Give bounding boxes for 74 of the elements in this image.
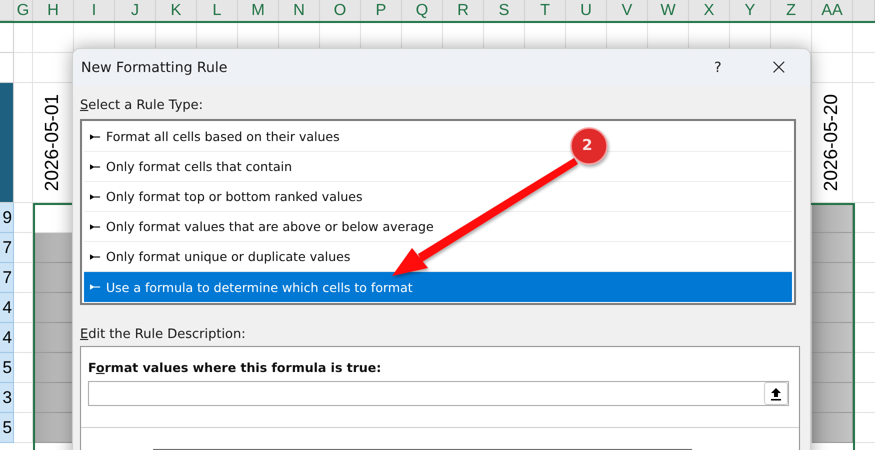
- pointer-icon: [90, 283, 101, 291]
- dialog-title: New Formatting Rule: [81, 60, 228, 76]
- column-header[interactable]: K: [156, 0, 197, 21]
- spreadsheet-cell: [14, 263, 33, 293]
- spreadsheet-cell: [14, 383, 33, 413]
- spreadsheet-cell: [812, 293, 853, 323]
- spreadsheet-cell: [14, 203, 33, 233]
- spreadsheet-cell: [812, 203, 853, 233]
- pointer-icon: [90, 222, 101, 230]
- help-button[interactable]: ?: [704, 60, 732, 76]
- row-header[interactable]: 4: [0, 323, 14, 353]
- spreadsheet-cell: [33, 323, 74, 353]
- description-label: Edit the Rule Description:: [80, 327, 247, 342]
- spreadsheet-cell: [14, 293, 33, 323]
- formula-label: Format values where this formula is true:: [88, 360, 382, 375]
- date-header: 2026-05-01: [42, 94, 64, 192]
- spreadsheet-cell: [812, 413, 853, 443]
- column-header[interactable]: R: [443, 0, 484, 21]
- spreadsheet-cell: [33, 383, 74, 413]
- row-header[interactable]: [0, 83, 14, 203]
- column-header[interactable]: Z: [771, 0, 812, 21]
- step-number: 2: [582, 136, 592, 154]
- column-header[interactable]: X: [689, 0, 730, 21]
- spreadsheet-cell: [33, 353, 74, 383]
- spreadsheet-cell: [812, 263, 853, 293]
- spreadsheet-cell: [14, 413, 33, 443]
- column-header[interactable]: N: [279, 0, 320, 21]
- column-header[interactable]: G: [14, 0, 33, 21]
- column-header[interactable]: I: [74, 0, 115, 21]
- column-header[interactable]: L: [197, 0, 238, 21]
- pointer-icon: [90, 132, 101, 140]
- spreadsheet-cell: [33, 233, 74, 263]
- column-header[interactable]: H: [33, 0, 74, 21]
- pointer-icon: [90, 252, 101, 260]
- upload-icon: [770, 386, 782, 400]
- column-header[interactable]: M: [238, 0, 279, 21]
- row-header[interactable]: 5: [0, 413, 14, 443]
- row-header[interactable]: 7: [0, 263, 14, 293]
- column-header[interactable]: Y: [730, 0, 771, 21]
- date-header: 2026-05-20: [821, 94, 843, 192]
- column-header[interactable]: Q: [402, 0, 443, 21]
- column-header[interactable]: P: [361, 0, 402, 21]
- spreadsheet-cell: [14, 353, 33, 383]
- column-header[interactable]: U: [566, 0, 607, 21]
- row-header[interactable]: 5: [0, 353, 14, 383]
- column-header[interactable]: S: [484, 0, 525, 21]
- select-all-corner[interactable]: [0, 0, 14, 21]
- spreadsheet-cell: [33, 413, 74, 443]
- spreadsheet-cell: [14, 323, 33, 353]
- pointer-icon: [90, 192, 101, 200]
- spreadsheet-cell: [812, 233, 853, 263]
- close-button[interactable]: ×: [760, 55, 798, 80]
- formula-field[interactable]: [88, 381, 789, 406]
- spreadsheet-cell: [14, 233, 33, 263]
- spreadsheet-cell: [812, 323, 853, 353]
- column-header[interactable]: W: [648, 0, 689, 21]
- column-header[interactable]: V: [607, 0, 648, 21]
- column-header[interactable]: AA: [812, 0, 853, 21]
- rule-type-item[interactable]: Use a formula to determine which cells to format: [84, 272, 792, 302]
- spreadsheet-cell: [33, 263, 74, 293]
- step-badge: [570, 127, 608, 165]
- spreadsheet-cell: [812, 353, 853, 383]
- column-header[interactable]: O: [320, 0, 361, 21]
- row-header[interactable]: 9: [0, 203, 14, 233]
- spreadsheet-cell: [812, 383, 853, 413]
- pointer-icon: [90, 162, 101, 170]
- spreadsheet-cell: [33, 293, 74, 323]
- column-header[interactable]: T: [525, 0, 566, 21]
- rule-type-label: Select a Rule Type:: [80, 98, 204, 113]
- row-header[interactable]: 3: [0, 383, 14, 413]
- collapse-button[interactable]: [764, 382, 788, 405]
- row-header[interactable]: 4: [0, 293, 14, 323]
- row-header[interactable]: 7: [0, 233, 14, 263]
- column-header[interactable]: J: [115, 0, 156, 21]
